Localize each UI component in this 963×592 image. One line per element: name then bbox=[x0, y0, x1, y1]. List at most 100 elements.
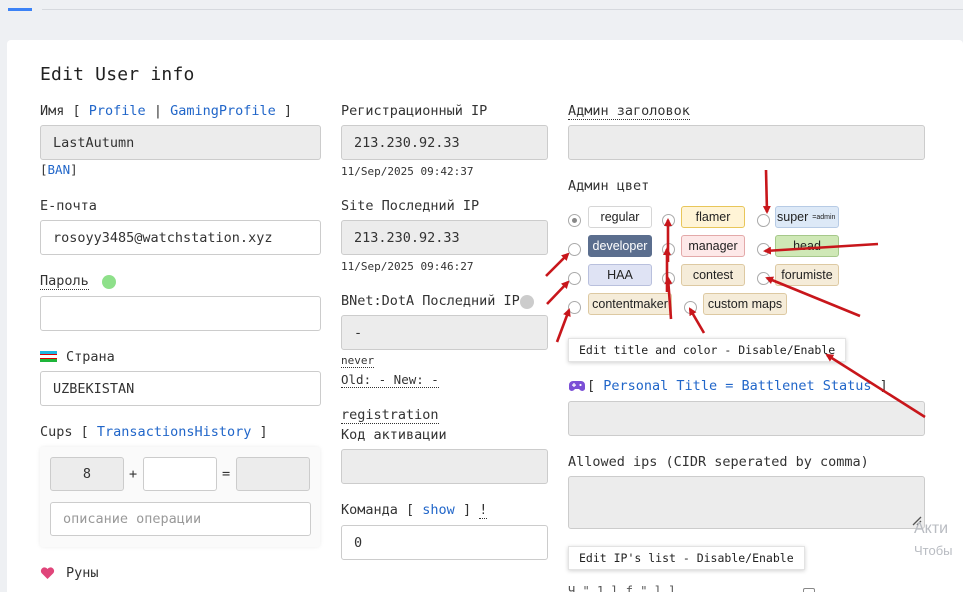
activation-code-label: Код активации bbox=[341, 427, 447, 443]
bottom-cut-text: Ч " 1 l f " l l bbox=[568, 584, 677, 592]
color-radio-haa[interactable] bbox=[568, 272, 581, 285]
name-separator: | bbox=[153, 103, 162, 119]
color-chip-head[interactable]: head bbox=[775, 235, 839, 257]
admin-header-field[interactable] bbox=[568, 125, 925, 160]
transactions-history-link[interactable]: TransactionsHistory bbox=[97, 424, 251, 440]
color-chip-super[interactable]: super =admin bbox=[775, 206, 839, 228]
registration-label: registration bbox=[341, 407, 439, 424]
personal-title-open: [ bbox=[587, 378, 596, 394]
allowed-ips-label: Allowed ips (CIDR seperated by comma) bbox=[568, 454, 869, 470]
admin-header-label: Админ заголовок bbox=[568, 103, 690, 120]
uzbekistan-flag-icon bbox=[40, 351, 57, 362]
team-label: Команда [ bbox=[341, 502, 415, 518]
reg-ip-date: 11/Sep/2025 09:42:37 bbox=[341, 165, 474, 178]
color-radio-contest[interactable] bbox=[662, 272, 675, 285]
color-radio-contentmaker[interactable] bbox=[568, 301, 581, 314]
color-chip-forumiste[interactable]: forumiste bbox=[775, 264, 839, 286]
color-radio-forumiste[interactable] bbox=[757, 272, 770, 285]
name-label-row: Имя [ Profile | GamingProfile ] bbox=[40, 103, 292, 119]
watermark-line2: Чтобы bbox=[914, 543, 953, 558]
country-value: UZBEKISTAN bbox=[53, 380, 135, 397]
cups-description-field[interactable]: описание операции bbox=[50, 502, 311, 536]
reg-ip-value: 213.230.92.33 bbox=[354, 134, 460, 151]
color-chip-contentmaker[interactable]: contentmaker bbox=[588, 293, 672, 315]
bnet-ip-value: - bbox=[354, 324, 363, 341]
watermark-line1: Акти bbox=[914, 520, 949, 537]
color-radio-super[interactable] bbox=[757, 214, 770, 227]
team-value: 0 bbox=[354, 534, 363, 551]
bnet-old-new: Old: - New: - bbox=[341, 372, 439, 388]
site-ip-label: Site Последний IP bbox=[341, 198, 480, 214]
active-tab-indicator[interactable] bbox=[8, 8, 32, 11]
cups-label-close: ] bbox=[259, 424, 268, 440]
top-tab-bar bbox=[0, 0, 963, 12]
team-bang[interactable]: ! bbox=[479, 502, 488, 519]
color-chip-regular[interactable]: regular bbox=[588, 206, 652, 228]
site-ip-date: 11/Sep/2025 09:46:27 bbox=[341, 260, 474, 273]
team-label-row: Команда [ show ] ! bbox=[341, 502, 488, 519]
site-ip-value: 213.230.92.33 bbox=[354, 229, 460, 246]
color-chip-developer[interactable]: developer bbox=[588, 235, 652, 257]
site-ip-field[interactable]: 213.230.92.33 bbox=[341, 220, 548, 255]
edit-ip-list-tooltip[interactable]: Edit IP's list - Disable/Enable bbox=[568, 546, 805, 570]
team-show-link[interactable]: show bbox=[422, 502, 455, 518]
username-field[interactable]: LastAutumn bbox=[40, 125, 321, 160]
cups-result-field[interactable] bbox=[236, 457, 310, 491]
allowed-ips-textarea[interactable] bbox=[568, 476, 925, 529]
activation-code-field[interactable] bbox=[341, 449, 548, 484]
personal-title-link[interactable]: Personal Title = Battlenet Status bbox=[603, 378, 871, 394]
password-status-dot bbox=[102, 275, 116, 289]
personal-title-row: [ Personal Title = Battlenet Status ] bbox=[587, 378, 888, 394]
reg-ip-label: Регистрационный IP bbox=[341, 103, 488, 119]
gaming-profile-link[interactable]: GamingProfile bbox=[170, 103, 276, 119]
color-radio-custom-maps[interactable] bbox=[684, 301, 697, 314]
username-value: LastAutumn bbox=[53, 134, 135, 151]
bnet-status-dot bbox=[520, 295, 534, 309]
bnet-ip-label: BNet:DotA Последний IP bbox=[341, 293, 520, 309]
email-value: rosoyy3485@watchstation.xyz bbox=[53, 229, 273, 246]
name-label: Имя [ bbox=[40, 103, 81, 119]
email-field[interactable]: rosoyy3485@watchstation.xyz bbox=[40, 220, 321, 255]
tab-bar-divider bbox=[42, 9, 963, 10]
color-radio-head[interactable] bbox=[757, 243, 770, 256]
name-label-close: ] bbox=[283, 103, 293, 119]
reg-ip-field[interactable]: 213.230.92.33 bbox=[341, 125, 548, 160]
personal-title-field[interactable] bbox=[568, 401, 925, 436]
cups-label-row: Cups [ TransactionsHistory ] bbox=[40, 424, 268, 440]
color-chip-haa[interactable]: HAA bbox=[588, 264, 652, 286]
personal-title-close: ] bbox=[879, 378, 888, 394]
password-field[interactable] bbox=[40, 296, 321, 331]
color-radio-flamer[interactable] bbox=[662, 214, 675, 227]
color-chip-manager[interactable]: manager bbox=[681, 235, 745, 257]
color-radio-manager[interactable] bbox=[662, 243, 675, 256]
super-sub-label: =admin bbox=[812, 213, 836, 221]
color-radio-regular[interactable] bbox=[568, 214, 581, 227]
team-label-close: ] bbox=[462, 502, 472, 518]
cups-equals-sign: = bbox=[222, 466, 231, 482]
edit-title-color-tooltip[interactable]: Edit title and color - Disable/Enable bbox=[568, 338, 847, 362]
cups-label: Cups [ bbox=[40, 424, 89, 440]
profile-link[interactable]: Profile bbox=[89, 103, 146, 119]
country-field[interactable]: UZBEKISTAN bbox=[40, 371, 321, 406]
cups-description-placeholder: описание операции bbox=[63, 511, 202, 527]
ban-row: [BAN] bbox=[40, 162, 78, 177]
color-chip-flamer[interactable]: flamer bbox=[681, 206, 745, 228]
bnet-ip-field[interactable]: - bbox=[341, 315, 548, 350]
email-label: E-почта bbox=[40, 198, 97, 214]
color-radio-developer[interactable] bbox=[568, 243, 581, 256]
runes-label: Руны bbox=[66, 565, 99, 581]
color-chip-custom-maps[interactable]: custom maps bbox=[703, 293, 787, 315]
cups-current-field[interactable]: 8 bbox=[50, 457, 124, 491]
heart-icon bbox=[40, 567, 55, 579]
password-label: Пароль bbox=[40, 273, 89, 290]
ban-link[interactable]: BAN bbox=[48, 162, 71, 177]
bnet-never-label: never bbox=[341, 354, 375, 368]
gamepad-icon bbox=[569, 381, 585, 391]
ban-close: ] bbox=[70, 162, 78, 177]
bottom-checkbox[interactable] bbox=[803, 588, 815, 592]
cups-current-value: 8 bbox=[82, 466, 92, 482]
team-field[interactable]: 0 bbox=[341, 525, 548, 560]
cups-add-field[interactable] bbox=[143, 457, 217, 491]
color-chip-contest[interactable]: contest bbox=[681, 264, 745, 286]
page-title: Edit User info bbox=[40, 64, 195, 85]
